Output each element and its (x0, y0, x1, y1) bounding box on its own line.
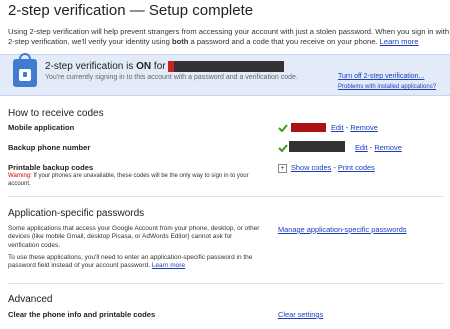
section-title-receive-codes: How to receive codes (8, 108, 104, 119)
divider (8, 196, 444, 197)
turn-off-2sv-link[interactable]: Turn off 2-step verification... (338, 73, 424, 80)
status-line: 2-step verification is ON for (45, 61, 285, 73)
mobile-app-edit-link[interactable]: Edit (331, 123, 344, 132)
expand-plus-icon[interactable]: + (278, 163, 287, 173)
check-icon (278, 124, 288, 132)
intro-bold: both (171, 37, 189, 46)
app-passwords-desc-1: Some applications that access your Googl… (8, 225, 260, 249)
show-codes-link[interactable]: Show codes (291, 163, 331, 172)
app-passwords-desc-2: To use these applications, you'll need t… (8, 254, 263, 271)
lock-icon (13, 53, 37, 87)
clear-settings-link[interactable]: Clear settings (278, 310, 323, 319)
status-value: ON (136, 61, 152, 73)
backup-phone-edit-link[interactable]: Edit (355, 143, 368, 152)
backup-phone-remove-link[interactable]: Remove (374, 143, 402, 152)
section-title-advanced: Advanced (8, 294, 53, 305)
intro-learn-more-link[interactable]: Learn more (380, 37, 419, 46)
mobile-app-actions: Edit - Remove (331, 123, 378, 132)
status-suffix: for (151, 61, 169, 73)
printable-separator: - (331, 163, 338, 172)
backup-phone-actions: Edit - Remove (355, 143, 402, 152)
warning-text: If your phones are unavailable, these co… (8, 173, 249, 187)
problems-installed-apps-link[interactable]: Problems with installed applications? (338, 84, 436, 90)
redacted-mobile-app (291, 123, 326, 132)
app-passwords-desc-2-text: To use these applications, you'll need t… (8, 254, 253, 270)
status-prefix: 2-step verification is (45, 61, 137, 73)
mobile-app-label: Mobile application (8, 123, 75, 132)
intro-text: Using 2-step verification will help prev… (8, 27, 450, 47)
mobile-app-remove-link[interactable]: Remove (350, 123, 378, 132)
divider (8, 283, 444, 284)
warning-label: Warning: (8, 173, 32, 179)
redacted-phone-number (289, 141, 345, 152)
clear-phone-info-label: Clear the phone info and printable codes (8, 310, 156, 319)
backup-phone-label: Backup phone number (8, 143, 91, 152)
printable-codes-actions: + Show codes - Print codes (278, 163, 375, 173)
section-title-app-passwords: Application-specific passwords (8, 208, 145, 219)
page-title: 2-step verification — Setup complete (8, 2, 254, 19)
app-passwords-learn-more-link[interactable]: Learn more (152, 262, 185, 269)
printable-codes-warning: Warning: If your phones are unavailable,… (8, 173, 258, 188)
redacted-email (168, 61, 285, 72)
status-subtext: You're currently signing in to this acco… (45, 74, 298, 81)
intro-part2: a password and a code that you receive o… (188, 37, 380, 46)
check-icon (278, 144, 288, 152)
print-codes-link[interactable]: Print codes (338, 163, 375, 172)
manage-app-passwords-link[interactable]: Manage application-specific passwords (278, 225, 407, 234)
printable-codes-label: Printable backup codes (8, 163, 94, 172)
